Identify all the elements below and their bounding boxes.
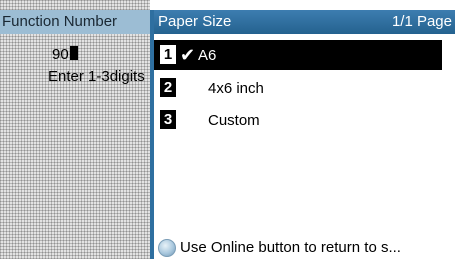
menu-item-label: A6 xyxy=(198,47,217,64)
function-number-hint: Enter 1-3digits xyxy=(48,68,145,85)
menu-item-4x6-inch[interactable]: 2 4x6 inch xyxy=(154,73,442,103)
page-indicator: 1/1 Page xyxy=(391,13,452,30)
menu-item-label: Custom xyxy=(208,112,260,129)
function-number-input[interactable]: 90 xyxy=(52,46,78,63)
status-bar: Use Online button to return to s... xyxy=(156,237,455,259)
dialog-header: Paper Size 1/1 Page xyxy=(154,10,455,34)
menu-item-label: 4x6 inch xyxy=(208,80,264,97)
function-number-header: Function Number xyxy=(0,10,150,34)
menu-item-custom[interactable]: 3 Custom xyxy=(154,105,442,135)
item-number-badge: 1 xyxy=(160,45,176,64)
printer-panel-screen: Function Number 90 Enter 1-3digits Paper… xyxy=(0,0,455,259)
function-number-value: 90 xyxy=(52,46,69,63)
text-cursor-icon xyxy=(69,46,78,60)
online-led-icon xyxy=(158,239,176,257)
item-number-badge: 2 xyxy=(160,78,176,97)
function-number-panel: Function Number 90 Enter 1-3digits xyxy=(0,0,150,259)
dialog-title: Paper Size xyxy=(158,13,232,30)
menu-item-a6[interactable]: 1 ✔ A6 xyxy=(154,40,442,70)
item-number-badge: 3 xyxy=(160,110,176,129)
status-message: Use Online button to return to s... xyxy=(180,239,401,256)
paper-size-dialog: Paper Size 1/1 Page 1 ✔ A6 2 4x6 inch 3 … xyxy=(150,10,455,259)
checkmark-icon: ✔ xyxy=(180,45,196,65)
